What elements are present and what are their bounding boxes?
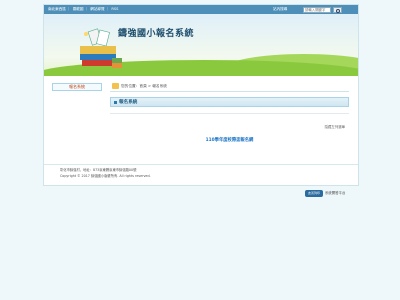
- sidebar-item-registration[interactable]: 報名系統: [52, 83, 102, 91]
- bullet-icon: [114, 101, 117, 104]
- top-link-4[interactable]: RSS: [111, 7, 118, 11]
- search-icon[interactable]: [333, 6, 342, 13]
- top-links: 南北東西區｜ 雲龍圖｜ 網站導覽｜ RSS: [48, 7, 119, 11]
- folder-icon: [112, 83, 119, 89]
- search-label: 站內搜尋: [273, 7, 288, 11]
- breadcrumb-text: 您的位置：首頁 > 報名系統: [121, 84, 167, 88]
- top-bar: 南北東西區｜ 雲龍圖｜ 網站導覽｜ RSS 站內搜尋: [44, 5, 358, 14]
- footer: 彰化市鑄強村，地址：873臺東縣臺東市鑄強路00號 Copyright © 20…: [44, 164, 358, 178]
- print-badge[interactable]: 友善列印: [305, 190, 323, 197]
- footer-copyright: Copyright © 2017 鑄強國小版權所有. All rights re…: [60, 174, 151, 178]
- content-panel: 報名系統 隱藏左列選單 110學年度校際盃報名網: [110, 97, 349, 167]
- footer-address: 彰化市鑄強村，地址：873臺東縣臺東市鑄強路00號: [60, 168, 137, 172]
- top-link-3[interactable]: 網站導覽: [90, 7, 104, 11]
- main-content: 您的位置：首頁 > 報名系統 報名系統 隱藏左列選單 110學年度校際盃報名網: [110, 80, 349, 150]
- site-title: 鑄強國小報名系統: [118, 29, 195, 39]
- site-banner: 鑄強國小報名系統: [44, 14, 358, 76]
- divider: [110, 113, 349, 114]
- top-link-2[interactable]: 雲龍圖: [73, 7, 84, 11]
- breadcrumb: 您的位置：首頁 > 報名系統: [110, 80, 349, 92]
- search-input[interactable]: [303, 6, 331, 13]
- panel-title: 報名系統: [119, 100, 138, 105]
- books-illustration: [80, 28, 122, 68]
- page-container: 南北東西區｜ 雲龍圖｜ 網站導覽｜ RSS 站內搜尋 鑄強國小報名系統 報名系統: [43, 4, 359, 186]
- sidebar: 報名系統: [52, 83, 108, 91]
- panel-header: 報名系統: [110, 97, 349, 107]
- hide-sidebar-link[interactable]: 隱藏左列選單: [325, 125, 345, 130]
- event-registration-link[interactable]: 110學年度校際盃報名網: [110, 137, 349, 143]
- top-link-1[interactable]: 南北東西區: [48, 7, 66, 11]
- powered-by-text[interactable]: 系統開發平台: [325, 190, 345, 197]
